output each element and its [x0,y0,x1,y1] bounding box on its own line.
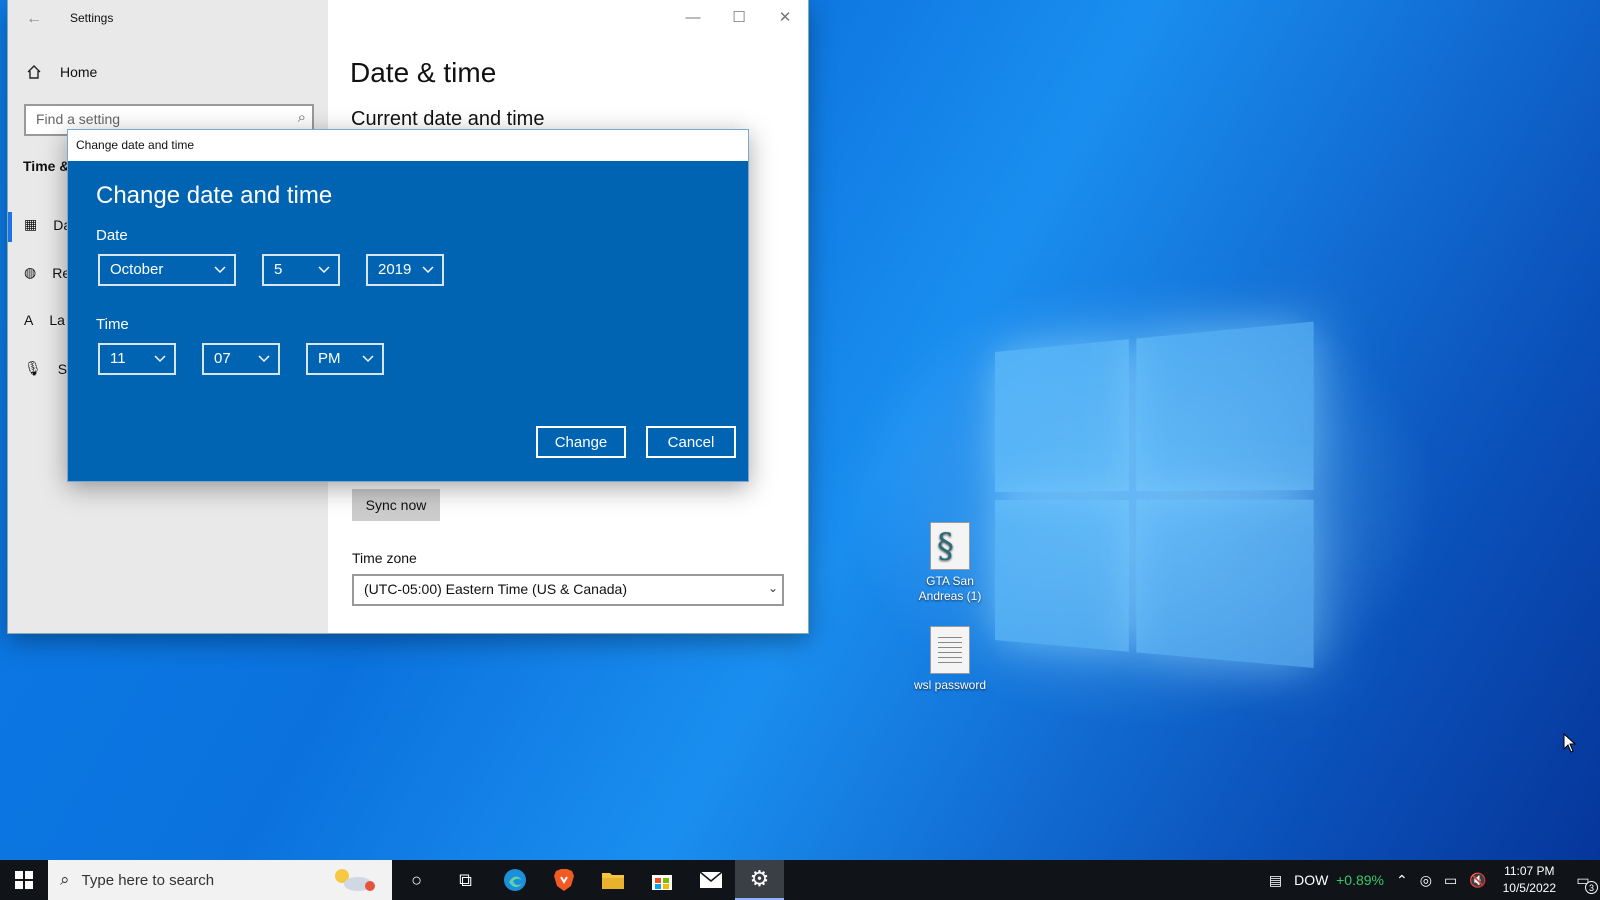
hour-select[interactable]: 11 [98,343,176,375]
task-view-icon[interactable]: ⧉ [441,860,490,900]
action-center-icon[interactable]: ▭ 3 [1566,860,1600,900]
search-icon: ⌕ [60,870,70,889]
news-widget-icon[interactable]: ▤ [1263,872,1288,889]
volume-muted-icon[interactable]: 🔇 [1463,872,1492,889]
stock-change: +0.89% [1336,872,1384,888]
hour-value: 11 [110,350,126,367]
sidebar-item-date[interactable]: ▦ Da [24,216,71,233]
timezone-label: Time zone [352,550,417,566]
chevron-down-icon [154,355,166,363]
change-button[interactable]: Change [536,426,626,458]
dialog-heading: Change date and time [96,182,333,209]
language-icon: A [24,312,34,328]
timezone-select[interactable]: (UTC-05:00) Eastern Time (US & Canada) ⌄ [352,574,784,606]
chevron-down-icon [318,266,330,274]
taskbar: ⌕ Type here to search ○ ⧉ ⚙ ▤ DOW +0.89%… [0,860,1600,900]
globe-icon: ◍ [24,264,37,280]
day-value: 5 [274,261,283,278]
cortana-icon[interactable]: ○ [392,860,441,900]
nav-label: La [49,312,65,328]
home-icon [27,65,41,79]
sidebar-item-region[interactable]: ◍ Re [24,264,70,281]
window-controls: — ☐ ✕ [670,0,808,34]
taskbar-search-placeholder: Type here to search [81,871,215,889]
mail-icon[interactable] [686,860,735,900]
chevron-down-icon [362,355,374,363]
weather-widget-icon[interactable] [328,866,378,894]
sidebar-item-home[interactable]: Home [26,64,97,80]
windows-logo [995,321,1314,683]
month-select[interactable]: October [98,254,236,286]
close-icon[interactable]: ✕ [762,0,808,34]
network-icon[interactable]: ▭ [1438,872,1463,889]
minute-select[interactable]: 07 [202,343,280,375]
page-title: Date & time [350,57,497,88]
back-arrow-icon[interactable]: ← [26,10,42,28]
year-value: 2019 [378,261,412,278]
desktop-icon-label: wsl password [913,678,987,692]
clock-time: 11:07 PM [1504,864,1555,878]
window-title: Settings [70,11,114,25]
section-label: Time & [23,158,70,174]
clock-date: 10/5/2022 [1502,881,1556,895]
chevron-down-icon: ⌄ [767,581,778,595]
year-select[interactable]: 2019 [366,254,444,286]
brave-browser-icon[interactable] [539,860,588,900]
minimize-icon[interactable]: — [670,0,716,34]
sidebar-item-language[interactable]: A La [24,312,65,328]
envelope-icon [699,871,722,888]
maximize-icon[interactable]: ☐ [716,0,762,34]
minute-value: 07 [214,350,231,367]
taskbar-search-box[interactable]: ⌕ Type here to search [48,860,392,900]
desktop-icon-label: Andreas (1) [918,589,982,603]
brave-logo [553,869,574,891]
store-bag-icon [651,875,672,890]
month-value: October [110,261,164,278]
start-button[interactable] [0,860,48,900]
current-date-heading: Current date and time [351,108,545,130]
chevron-down-icon [214,266,226,274]
text-file-icon [930,626,970,674]
taskbar-clock[interactable]: 11:07 PM 10/5/2022 [1493,863,1566,897]
notification-badge: 3 [1585,881,1598,894]
edge-browser-icon[interactable] [490,860,539,900]
meet-now-icon[interactable]: ◎ [1414,872,1438,889]
stock-ticker[interactable]: DOW +0.89% [1288,872,1390,888]
file-explorer-icon[interactable] [588,860,637,900]
sync-now-button[interactable]: Sync now [352,489,440,521]
edge-logo [503,869,526,891]
desktop-icon-label: GTA San [926,574,974,588]
cancel-button[interactable]: Cancel [646,426,736,458]
search-placeholder: Find a setting [36,111,121,127]
show-hidden-icons-icon[interactable]: ⌃ [1390,872,1414,889]
chevron-down-icon [258,355,270,363]
calendar-icon: ▦ [24,216,38,232]
dialog-titlebar: Change date and time [68,130,748,161]
date-label: Date [96,227,128,244]
change-date-time-dialog: Change date and time Change date and tim… [67,129,749,482]
day-select[interactable]: 5 [262,254,340,286]
windows-start-icon [15,871,33,889]
microphone-icon: 🎙 [24,360,42,376]
desktop-icon-wsl-password[interactable]: wsl password [905,626,995,693]
selected-indicator [8,212,12,242]
ampm-select[interactable]: PM [306,343,384,375]
script-file-icon: § [930,522,970,570]
microsoft-store-icon[interactable] [637,860,686,900]
gear-icon: ⚙ [749,866,770,891]
ampm-value: PM [318,350,341,367]
desktop-icon-gta[interactable]: § GTA San Andreas (1) [905,522,995,604]
system-tray: ▤ DOW +0.89% ⌃ ◎ ▭ 🔇 11:07 PM 10/5/2022 … [1263,860,1600,900]
folder-icon [601,873,624,889]
time-label: Time [96,316,129,333]
home-label: Home [60,64,98,80]
chevron-down-icon [422,266,434,274]
search-icon[interactable]: ⌕ [298,109,306,126]
stock-name: DOW [1294,872,1329,888]
timezone-value: (UTC-05:00) Eastern Time (US & Canada) [364,581,627,597]
settings-taskbar-icon[interactable]: ⚙ [735,860,784,900]
